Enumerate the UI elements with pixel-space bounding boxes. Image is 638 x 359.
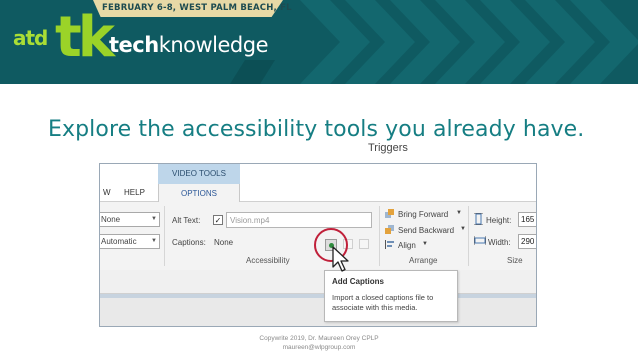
triggers-pane-title[interactable]: Triggers	[368, 142, 408, 154]
chevron-down-icon[interactable]: ▼	[456, 210, 462, 216]
bring-forward-icon	[385, 209, 394, 218]
logo-atd: atd	[13, 26, 48, 50]
style-combo-value: None	[101, 215, 121, 224]
send-backward-button[interactable]: Send Backward	[398, 226, 454, 235]
logo-techknowledge: techknowledge	[109, 33, 269, 57]
width-label: Width:	[488, 238, 511, 247]
tab-options-label: OPTIONS	[180, 189, 217, 198]
mouse-pointer-icon	[332, 246, 349, 272]
event-banner: FEBRUARY 6-8, WEST PALM BEACH, FL atd tk…	[0, 0, 638, 84]
logo-tk: tk	[55, 5, 115, 70]
logo-word-rest: knowledge	[158, 33, 269, 57]
footer-email[interactable]: maureen@wlpgroup.com	[0, 343, 638, 352]
ribbon-body: None ▼ Automatic ▼ Alt Text: ✓ Vision.mp…	[100, 202, 536, 270]
event-date: FEBRUARY 6-8, WEST PALM BEACH, FL	[102, 3, 292, 13]
width-input[interactable]: 290	[518, 234, 536, 249]
logo-word-bold: tech	[109, 33, 159, 57]
volume-combo-value: Automatic	[101, 237, 137, 246]
height-input[interactable]: 165	[518, 212, 536, 227]
alt-text-label: Alt Text:	[172, 216, 201, 225]
lower-strip	[100, 270, 536, 294]
align-button[interactable]: Align	[398, 241, 416, 250]
slide-title: Explore the accessibility tools you alre…	[48, 117, 585, 142]
height-icon	[474, 213, 483, 225]
accessibility-group-label: Accessibility	[246, 256, 290, 265]
size-group-label: Size	[507, 256, 523, 265]
chevron-down-icon: ▼	[151, 216, 157, 222]
slide-footer: Copywrite 2019, Dr. Maureen Orey CPLP ma…	[0, 334, 638, 352]
height-label: Height:	[486, 216, 512, 225]
captions-value: None	[214, 238, 234, 247]
add-captions-tooltip: Add Captions Import a closed captions fi…	[324, 270, 458, 322]
alt-text-input[interactable]: Vision.mp4	[226, 212, 372, 228]
volume-combo[interactable]: Automatic ▼	[100, 234, 160, 249]
lower-panel	[100, 270, 536, 326]
ribbon-screenshot: W HELP VIDEO TOOLS OPTIONS None ▼ Automa…	[99, 163, 537, 327]
tooltip-title: Add Captions	[332, 277, 384, 286]
chevron-down-icon: ▼	[151, 238, 157, 244]
style-combo[interactable]: None ▼	[100, 212, 160, 227]
chevron-down-icon[interactable]: ▼	[422, 241, 428, 247]
captions-label: Captions:	[172, 238, 206, 247]
group-separator	[379, 206, 380, 266]
chevron-down-icon[interactable]: ▼	[460, 226, 466, 232]
tooltip-body: Import a closed captions file to associa…	[332, 293, 434, 312]
tab-view-partial[interactable]: W	[103, 188, 111, 197]
pane-divider	[100, 294, 536, 298]
align-icon	[385, 240, 394, 249]
video-tools-label: VIDEO TOOLS	[172, 169, 226, 178]
bring-forward-button[interactable]: Bring Forward	[398, 210, 448, 219]
send-backward-icon	[385, 225, 394, 234]
footer-copyright: Copywrite 2019, Dr. Maureen Orey CPLP	[259, 335, 379, 342]
width-icon	[474, 236, 486, 245]
arrange-group-label: Arrange	[409, 256, 438, 265]
group-separator	[164, 206, 165, 266]
tab-options[interactable]: OPTIONS	[158, 184, 240, 203]
video-tools-context: VIDEO TOOLS	[158, 164, 240, 184]
caption-options-button[interactable]	[359, 239, 369, 249]
tab-help[interactable]: HELP	[124, 188, 145, 197]
ribbon-tab-bar: W HELP VIDEO TOOLS OPTIONS	[100, 164, 536, 203]
alt-text-checkbox[interactable]: ✓	[213, 215, 223, 225]
group-separator	[468, 206, 469, 266]
